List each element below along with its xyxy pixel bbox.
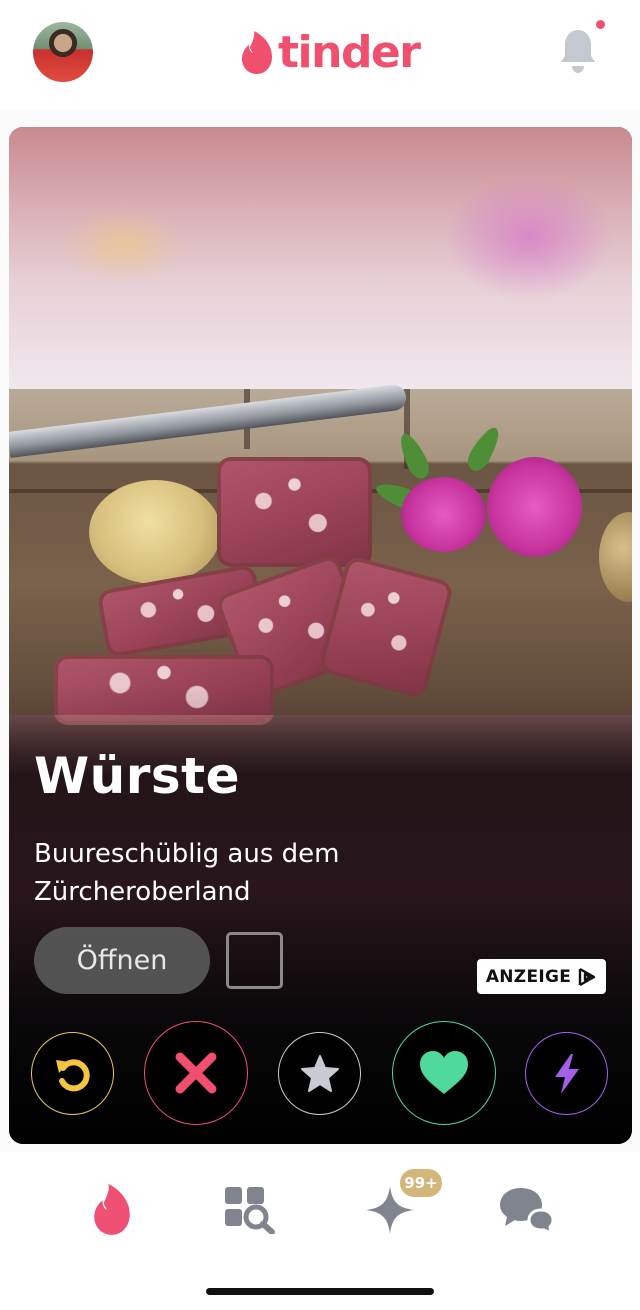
walnut <box>89 480 221 584</box>
flower <box>401 477 486 552</box>
bell-icon[interactable] <box>558 26 598 76</box>
rewind-icon <box>55 1058 90 1091</box>
chat-icon <box>500 1188 555 1236</box>
notification-dot <box>596 20 605 29</box>
nav-explore[interactable] <box>222 1184 278 1234</box>
ad-choices-icon <box>578 967 596 986</box>
logo-text: tinder <box>278 27 421 78</box>
heart-icon <box>420 1051 468 1094</box>
like-button[interactable] <box>392 1021 496 1125</box>
nope-icon <box>175 1052 217 1094</box>
ad-label: ANZEIGE <box>485 966 572 987</box>
salami <box>217 457 372 567</box>
ad-badge[interactable]: ANZEIGE <box>477 959 606 994</box>
nope-button[interactable] <box>144 1021 248 1125</box>
flame-icon <box>242 31 272 74</box>
top-bar: tinder <box>0 0 640 110</box>
app-screen: tinder Würste Buureschüblig aus dem Zürc… <box>0 0 640 1310</box>
profile-avatar[interactable] <box>33 22 93 82</box>
bottom-nav: 99+ <box>0 1152 640 1310</box>
tinder-logo: tinder <box>240 27 421 78</box>
profile-card[interactable]: Würste Buureschüblig aus dem Zürcherober… <box>9 127 632 1144</box>
card-title: Würste <box>34 747 240 805</box>
ad-checkbox[interactable] <box>226 932 283 989</box>
lightning-icon <box>554 1053 579 1094</box>
rewind-button[interactable] <box>31 1032 114 1115</box>
flower <box>487 457 582 557</box>
fire-icon <box>94 1184 130 1235</box>
card-photo-blurred <box>9 127 632 389</box>
open-button[interactable]: Öffnen <box>34 927 210 994</box>
home-indicator[interactable] <box>206 1288 434 1295</box>
likes-count-badge: 99+ <box>398 1167 444 1199</box>
star-icon <box>300 1054 339 1092</box>
nav-swipe[interactable] <box>88 1182 136 1238</box>
super-like-button[interactable] <box>278 1032 361 1115</box>
nav-messages[interactable] <box>497 1184 555 1236</box>
card-description: Buureschüblig aus dem Zürcheroberland <box>34 839 340 907</box>
explore-icon <box>225 1187 275 1234</box>
boost-button[interactable] <box>525 1032 608 1115</box>
